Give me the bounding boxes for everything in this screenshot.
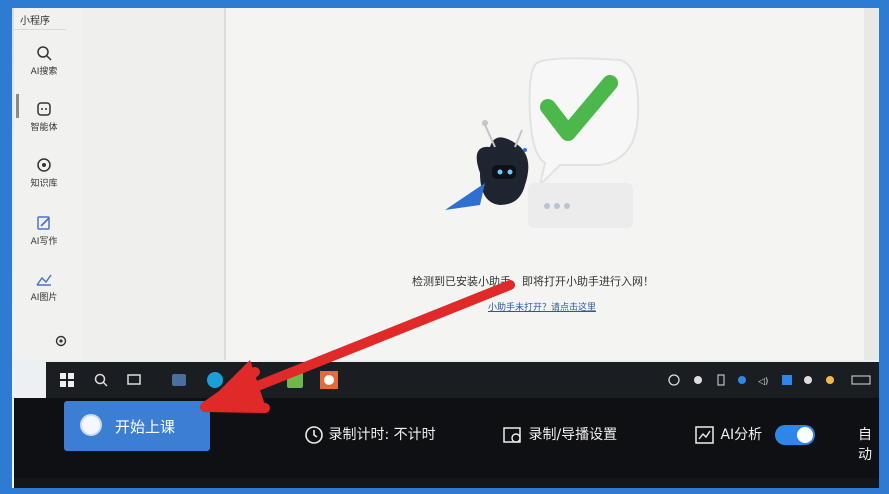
sidebar-item-label: 知识库 [30, 179, 58, 189]
search-icon [37, 46, 52, 61]
sidebar-item-ai-image[interactable]: AI图片 [14, 270, 74, 303]
classroom-control-bar: 开始上课 录制计时: 不计时 录制/导播设置 AI分析 自动 [14, 398, 880, 478]
app-icon[interactable] [320, 371, 338, 389]
sidebar-item-agent[interactable]: 智能体 [14, 100, 74, 133]
frame-border-right [879, 0, 889, 494]
right-panel [864, 8, 879, 360]
bot-icon [37, 102, 51, 116]
ai-analysis-toggle[interactable] [774, 425, 815, 445]
image-icon [36, 274, 52, 286]
app-icon[interactable] [170, 371, 188, 389]
system-tray[interactable]: ◁) [668, 373, 878, 387]
ai-analysis-icon [695, 426, 714, 444]
start-class-label: 开始上课 [115, 418, 176, 436]
sidebar-title: 小程序 [14, 8, 66, 30]
toggle-knob [796, 427, 813, 443]
svg-text:◁): ◁) [758, 377, 768, 387]
ai-analysis-control: AI分析 [694, 424, 815, 445]
windows-start-icon[interactable] [58, 371, 76, 389]
record-settings-label: 录制/导播设置 [528, 427, 618, 443]
frame-border-left [0, 0, 12, 494]
detection-message: 检测到已安装小助手，即将打开小助手进行入网！ [412, 275, 654, 288]
sidebar-item-label: 智能体 [30, 123, 58, 133]
sidebar-item-ai-search[interactable]: AI搜索 [14, 44, 74, 77]
write-icon [37, 216, 50, 230]
start-class-button[interactable]: 开始上课 [64, 401, 210, 451]
record-settings[interactable]: 录制/导播设置 [502, 424, 617, 445]
sidebar-item-label: AI图片 [30, 293, 58, 303]
sidebar-item-knowledge[interactable]: 知识库 [14, 156, 74, 189]
knowledge-icon [37, 158, 51, 172]
task-view-icon[interactable] [126, 371, 144, 389]
left-panel [82, 8, 224, 360]
settings-icon[interactable] [54, 334, 68, 348]
sidebar-item-label: AI写作 [30, 237, 58, 247]
ai-analysis-label: AI分析 [720, 427, 763, 443]
browser-icon[interactable] [206, 371, 224, 389]
recording-timer[interactable]: 录制计时: 不计时 [304, 424, 436, 445]
sidebar-item-ai-write[interactable]: AI写作 [14, 214, 74, 247]
taskbar: ◁) [46, 362, 886, 398]
bottom-strip [14, 478, 880, 488]
frame-border-top [0, 0, 889, 8]
app-icon[interactable] [286, 371, 304, 389]
frame-border-bottom [0, 488, 889, 494]
taskbar-search-icon[interactable] [92, 371, 110, 389]
sidebar-item-label: AI搜索 [30, 67, 58, 77]
record-circle-icon [80, 414, 102, 436]
sidebar: 小程序 AI搜索 智能体 知识库 AI写作 AI图片 [14, 8, 83, 360]
recording-timer-label: 录制计时: 不计时 [328, 427, 436, 443]
clock-history-icon [305, 426, 323, 444]
open-assistant-link[interactable]: 小助手未打开？请点击这里 [488, 300, 596, 313]
assistant-illustration [445, 57, 640, 228]
auto-control[interactable]: 自动 [858, 424, 880, 464]
settings-gear-icon [503, 427, 521, 443]
